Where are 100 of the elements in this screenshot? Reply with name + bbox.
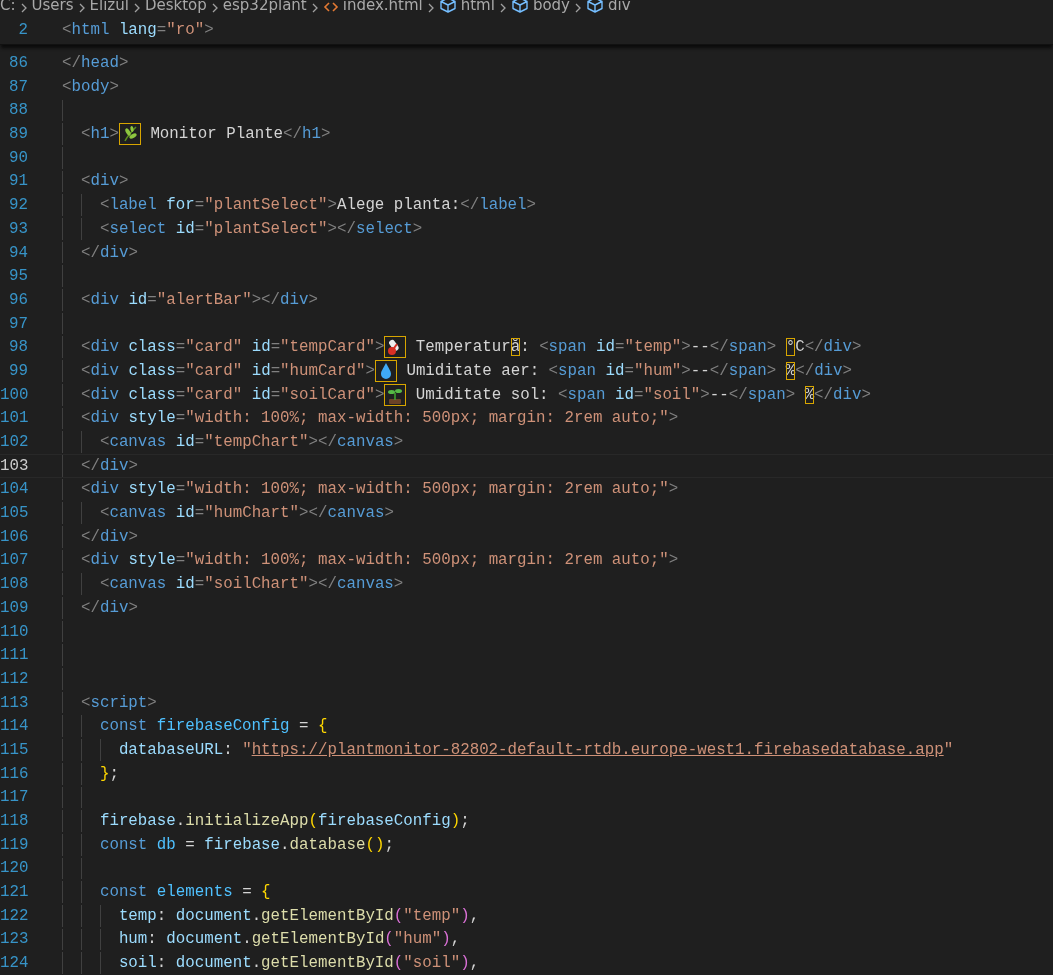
property-name: databaseURL: [118, 740, 224, 759]
sprout-emoji-icon: [384, 383, 407, 406]
property-name: temp: [118, 906, 157, 925]
bracket: (: [384, 930, 394, 949]
code-text: C: [795, 338, 805, 357]
punctuation: =: [175, 480, 186, 499]
line-number: 103: [0, 456, 28, 475]
punctuation: <: [99, 504, 110, 523]
function-name: getElementById: [261, 954, 394, 973]
tag-name: canvas: [109, 575, 167, 594]
string-literal: "soil": [403, 954, 461, 973]
punctuation: >: [766, 361, 778, 380]
tag-name: div: [99, 598, 129, 617]
function-name: getElementById: [251, 930, 385, 949]
attribute-name: class: [127, 385, 176, 404]
code-file-icon: [322, 0, 339, 14]
tag-name: span: [548, 338, 587, 357]
punctuation: =: [194, 219, 205, 238]
highlighted-character: °: [785, 338, 796, 357]
code-text: :: [223, 740, 234, 759]
property-name: hum: [118, 930, 148, 949]
code-text: ;: [384, 835, 394, 854]
tag-name: html: [71, 21, 110, 40]
string-literal: "tempChart": [204, 433, 309, 452]
punctuation: >: [668, 480, 679, 499]
punctuation: >: [766, 338, 778, 357]
punctuation: </: [709, 361, 729, 380]
punctuation: >: [393, 433, 404, 452]
code-text: .: [280, 835, 290, 854]
line-number: 119: [0, 835, 28, 854]
punctuation: =: [270, 361, 281, 380]
string-literal: "card": [185, 385, 243, 404]
line-number: 95: [8, 267, 28, 286]
chevron-right-icon: [132, 2, 141, 14]
punctuation: <: [80, 693, 91, 712]
line-number: 96: [8, 290, 28, 309]
punctuation: <: [539, 338, 549, 357]
punctuation: <: [80, 172, 91, 191]
attribute-name: id: [613, 385, 634, 404]
punctuation: ></: [327, 219, 356, 238]
tag-name: div: [90, 172, 119, 191]
tag-name: div: [99, 527, 129, 546]
punctuation: >: [412, 219, 423, 238]
breadcrumb-item[interactable]: Users: [31, 0, 74, 14]
punctuation: </: [62, 54, 81, 73]
punctuation: >: [308, 290, 319, 309]
punctuation: <: [80, 361, 91, 380]
punctuation: <: [558, 385, 568, 404]
punctuation: >: [321, 125, 331, 144]
punctuation: </: [80, 527, 100, 546]
code-text: =: [184, 835, 196, 854]
attribute-name: id: [595, 338, 615, 357]
string-literal: "width: 100%; max-width: 500px; margin: 2rem auto;": [185, 551, 669, 570]
punctuation: ></: [299, 504, 328, 523]
punctuation: >: [842, 361, 853, 380]
punctuation: >: [204, 21, 214, 40]
url-link[interactable]: https://plantmonitor-82802-default-rtdb.europe-west1.firebasedatabase.app: [251, 740, 944, 759]
punctuation: >: [700, 385, 710, 404]
punctuation: <: [80, 338, 91, 357]
punctuation: =: [175, 338, 186, 357]
punctuation: <: [99, 196, 110, 215]
chevron-right-icon: [210, 2, 219, 14]
highlighted-character: ă: [510, 338, 521, 357]
attribute-name: id: [174, 504, 195, 523]
keyword: const: [99, 717, 148, 736]
line-number: 93: [8, 219, 28, 238]
attribute-name: id: [250, 338, 271, 357]
line-number: 108: [0, 575, 28, 594]
punctuation: </: [709, 338, 729, 357]
tag-name: div: [90, 290, 119, 309]
string-literal: "width: 100%; max-width: 500px; margin: 2rem auto;": [185, 409, 669, 428]
code-text: ,: [450, 930, 461, 949]
code-text: ,: [469, 906, 480, 925]
code-text: --: [690, 338, 710, 357]
line-number: 91: [8, 172, 28, 191]
line-number: 112: [0, 669, 28, 688]
punctuation: </: [460, 196, 480, 215]
tag-name: head: [80, 54, 119, 73]
tag-name: div: [99, 243, 129, 262]
tag-name: span: [728, 361, 767, 380]
string-literal: "tempCard": [280, 338, 375, 357]
cube-icon: [586, 0, 604, 14]
code-text: Umiditate sol:: [414, 385, 550, 404]
bracket: (: [393, 906, 404, 925]
line-number: 87: [8, 77, 28, 96]
punctuation: =: [175, 385, 186, 404]
punctuation: >: [681, 338, 691, 357]
punctuation: =: [270, 385, 281, 404]
punctuation: <: [80, 409, 91, 428]
tag-name: div: [99, 456, 129, 475]
tag-name: canvas: [327, 504, 385, 523]
tag-name: span: [747, 385, 786, 404]
tag-name: select: [109, 219, 167, 238]
punctuation: =: [147, 290, 157, 309]
variable-name: elements: [155, 883, 233, 902]
punctuation: >: [128, 598, 138, 617]
code-text: .: [242, 930, 252, 949]
keyword: const: [99, 835, 148, 854]
code-text: .: [251, 954, 262, 973]
function-name: database: [289, 835, 366, 854]
